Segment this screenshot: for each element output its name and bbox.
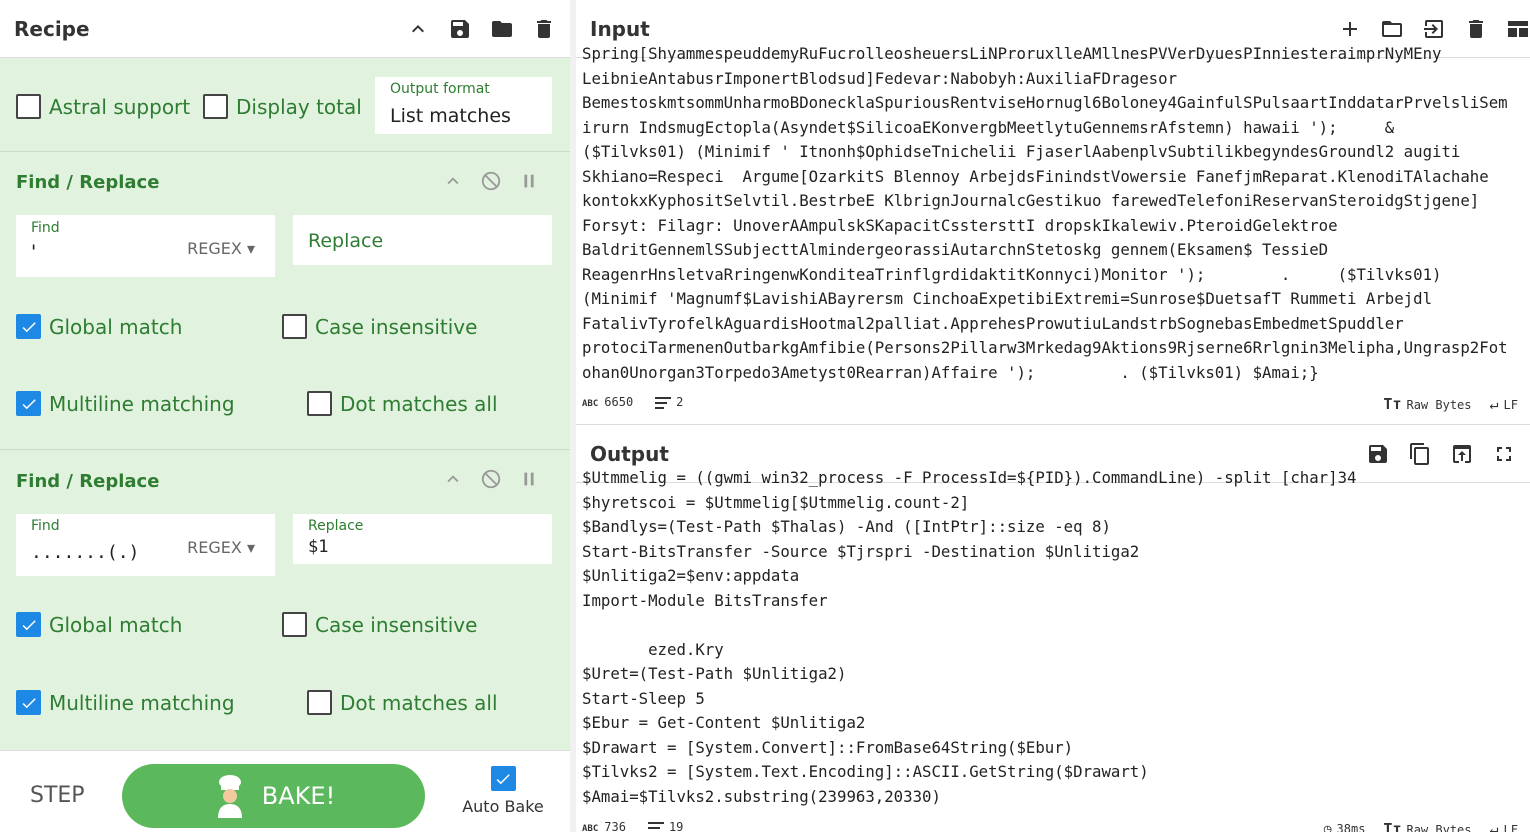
folder-icon[interactable] <box>490 17 514 41</box>
output-encoding[interactable]: Tт Raw Bytes <box>1383 820 1471 832</box>
output-lines: 19 <box>647 820 683 832</box>
step-button[interactable]: STEP <box>30 783 85 808</box>
field-value: List matches <box>390 105 511 127</box>
operation-title: Find / Replace <box>16 172 160 193</box>
output-title: Output <box>590 441 669 466</box>
operation-options: Astral support Display total Output form… <box>0 58 570 152</box>
recipe-body: Astral support Display total Output form… <box>0 58 570 750</box>
add-tab-icon[interactable] <box>1338 17 1362 41</box>
regex-dropdown[interactable]: REGEX ▾ <box>187 538 255 557</box>
checkbox-label: Case insensitive <box>315 314 478 339</box>
input-status-bar: ABC 6650 2 Tт Raw Bytes ↵ LF <box>576 391 1530 415</box>
chef-icon <box>217 775 242 818</box>
display-total-checkbox[interactable]: Display total <box>203 94 362 119</box>
replace-input-icon[interactable] <box>1450 442 1474 466</box>
output-status-bar: ABC 736 19 ◷ 38ms Tт Raw Bytes ↵ LF <box>576 816 1530 832</box>
bake-button[interactable]: BAKE! <box>122 764 425 828</box>
open-file-icon[interactable] <box>1422 17 1446 41</box>
replace-field[interactable]: Replace $1 <box>293 514 552 564</box>
trash-icon[interactable] <box>532 17 556 41</box>
find-value: ' <box>31 241 37 263</box>
checkbox-label: Dot matches all <box>340 391 498 416</box>
cyberchef-app: Recipe Astral support Display total Outp… <box>0 0 1530 832</box>
layout-icon[interactable] <box>1506 17 1530 41</box>
save-icon[interactable] <box>448 17 472 41</box>
find-value: .......(.) <box>31 542 140 563</box>
disable-icon[interactable] <box>480 170 502 192</box>
case-insensitive-checkbox[interactable]: Case insensitive <box>282 612 477 637</box>
find-replace-operation-2: Find / Replace Find .......(.) REGEX ▾ R… <box>0 450 570 750</box>
input-eol[interactable]: ↵ LF <box>1490 395 1518 413</box>
checkbox-label: Global match <box>49 612 183 637</box>
pause-icon[interactable] <box>518 468 540 490</box>
chevron-up-icon[interactable] <box>406 17 430 41</box>
auto-bake-checkbox[interactable]: Auto Bake <box>458 766 548 816</box>
input-length: ABC 6650 <box>582 395 634 410</box>
operation-title: Find / Replace <box>16 471 160 492</box>
replace-placeholder: Replace <box>308 230 384 252</box>
find-field[interactable]: Find ' REGEX ▾ <box>16 215 275 277</box>
save-output-icon[interactable] <box>1366 442 1390 466</box>
chevron-up-icon[interactable] <box>442 468 464 490</box>
checkbox-box <box>16 94 41 119</box>
replace-field[interactable]: Replace <box>293 215 552 265</box>
input-panel: Input Spring[ShyammespeuddemyRuFucrolleo… <box>576 0 1530 418</box>
find-replace-operation-1: Find / Replace Find ' REGEX ▾ Replace Gl… <box>0 152 570 450</box>
checkbox-label: Dot matches all <box>340 690 498 715</box>
case-insensitive-checkbox[interactable]: Case insensitive <box>282 314 477 339</box>
output-eol[interactable]: ↵ LF <box>1490 820 1518 832</box>
find-field[interactable]: Find .......(.) REGEX ▾ <box>16 514 275 576</box>
field-label: Find <box>31 518 60 534</box>
recipe-header: Recipe <box>0 0 570 58</box>
maximize-icon[interactable] <box>1492 442 1516 466</box>
field-label: Replace <box>308 518 364 534</box>
pause-icon[interactable] <box>518 170 540 192</box>
open-folder-icon[interactable] <box>1380 17 1404 41</box>
dot-all-checkbox[interactable]: Dot matches all <box>307 690 498 715</box>
input-text[interactable]: Spring[ShyammespeuddemyRuFucrolleosheuer… <box>582 42 1530 388</box>
checkbox-label: Case insensitive <box>315 612 478 637</box>
checkbox-label: Display total <box>236 94 362 119</box>
chevron-up-icon[interactable] <box>442 170 464 192</box>
recipe-panel: Recipe Astral support Display total Outp… <box>0 0 570 832</box>
auto-bake-label: Auto Bake <box>462 797 544 816</box>
dot-all-checkbox[interactable]: Dot matches all <box>307 391 498 416</box>
checkbox-label: Global match <box>49 314 183 339</box>
checkbox-box <box>203 94 228 119</box>
bake-time: ◷ 38ms <box>1323 821 1366 832</box>
input-title: Input <box>590 16 650 41</box>
field-label: Output format <box>390 81 490 97</box>
replace-value: $1 <box>308 537 329 557</box>
output-length: ABC 736 <box>582 820 626 832</box>
input-lines: 2 <box>655 395 683 410</box>
checkbox-label: Astral support <box>49 94 191 119</box>
clear-input-icon[interactable] <box>1464 17 1488 41</box>
multiline-checkbox[interactable]: Multiline matching <box>16 690 235 715</box>
recipe-title: Recipe <box>14 16 90 41</box>
bake-label: BAKE! <box>261 782 336 810</box>
checkbox-label: Multiline matching <box>49 690 235 715</box>
multiline-checkbox[interactable]: Multiline matching <box>16 391 235 416</box>
astral-support-checkbox[interactable]: Astral support <box>16 94 190 119</box>
copy-icon[interactable] <box>1408 442 1432 466</box>
output-panel: Output $Utmmelig = ((gwmi win32_process … <box>576 424 1530 832</box>
output-text[interactable]: $Utmmelig = ((gwmi win32_process -F Proc… <box>582 466 1530 811</box>
checkbox-label: Multiline matching <box>49 391 235 416</box>
field-label: Find <box>31 220 60 236</box>
bake-bar: STEP BAKE! Auto Bake <box>0 750 570 832</box>
global-match-checkbox[interactable]: Global match <box>16 612 182 637</box>
output-format-select[interactable]: Output format List matches <box>375 77 552 134</box>
input-encoding[interactable]: Tт Raw Bytes <box>1383 395 1471 413</box>
global-match-checkbox[interactable]: Global match <box>16 314 182 339</box>
regex-dropdown[interactable]: REGEX ▾ <box>187 239 255 258</box>
disable-icon[interactable] <box>480 468 502 490</box>
